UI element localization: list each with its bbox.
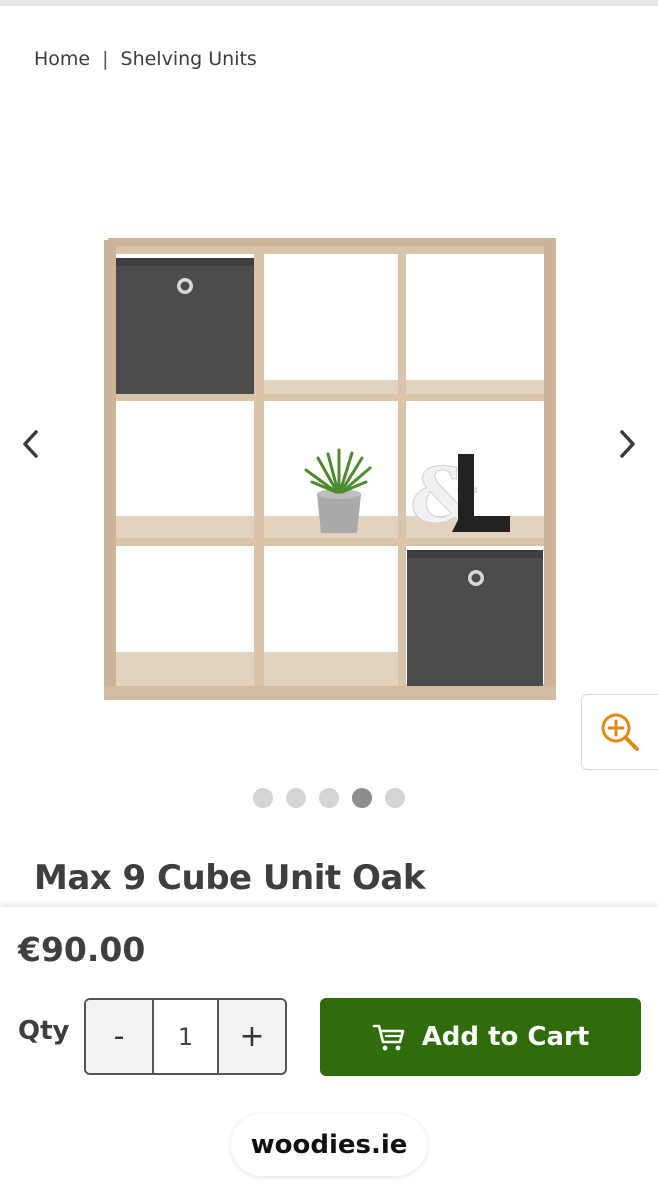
gallery-dot[interactable]: [319, 788, 339, 808]
cart-icon: [372, 1024, 404, 1051]
qty-value-input[interactable]: 1: [152, 1000, 219, 1073]
product-image-gallery: &: [0, 200, 658, 740]
gallery-dot[interactable]: [253, 788, 273, 808]
gallery-dot-active[interactable]: [352, 788, 372, 808]
breadcrumb: Home | Shelving Units: [34, 48, 257, 70]
gallery-dot[interactable]: [286, 788, 306, 808]
qty-increase-button[interactable]: +: [219, 1000, 285, 1073]
qty-decrease-button[interactable]: -: [86, 1000, 152, 1073]
gallery-dot[interactable]: [385, 788, 405, 808]
zoom-button[interactable]: [581, 694, 658, 770]
add-to-cart-button[interactable]: Add to Cart: [320, 998, 641, 1076]
breadcrumb-home-link[interactable]: Home: [34, 48, 90, 70]
browser-url-bar[interactable]: woodies.ie: [231, 1114, 427, 1176]
breadcrumb-separator: |: [102, 48, 109, 70]
product-price: €90.00: [18, 930, 146, 969]
add-to-cart-label: Add to Cart: [421, 1022, 590, 1052]
product-title: Max 9 Cube Unit Oak: [34, 858, 425, 898]
gallery-next-button[interactable]: [612, 424, 642, 464]
quantity-stepper: - 1 +: [84, 998, 287, 1075]
gallery-pagination: [0, 788, 658, 808]
product-image: &: [104, 238, 556, 700]
qty-label: Qty: [18, 1016, 70, 1046]
top-scroll-bar: [0, 0, 658, 6]
breadcrumb-shelving-link[interactable]: Shelving Units: [121, 48, 257, 70]
chevron-right-icon: [620, 430, 635, 458]
zoom-in-icon: [601, 713, 639, 751]
url-text: woodies.ie: [250, 1130, 408, 1160]
